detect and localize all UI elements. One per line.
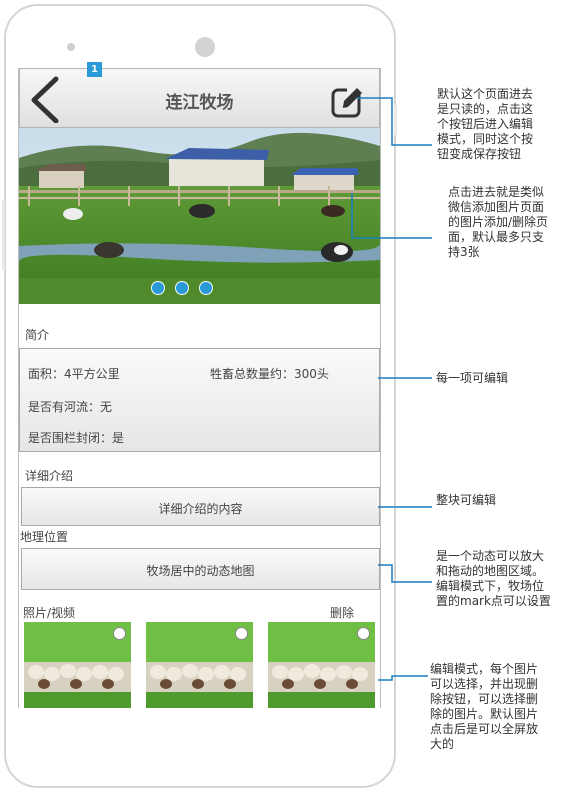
map-note: 是一个动态可以放大 和拖动的地图区域。 编辑模式下，牧场位 置的mark点可以设… bbox=[436, 549, 551, 608]
page-title: 连江牧场 bbox=[165, 93, 234, 113]
media-thumbnail-3[interactable] bbox=[268, 622, 375, 708]
media-note: 编辑模式，每个图片 可以选择，并出现删 除按钮，可以选择删 除的图片。默认图片 … bbox=[430, 662, 539, 751]
header-bar: 连江牧场 bbox=[19, 68, 380, 128]
intro-label: 简介 bbox=[25, 328, 50, 342]
camera-dot bbox=[67, 43, 75, 51]
delete-button[interactable]: 删除 bbox=[330, 604, 354, 621]
media-thumbnail-1[interactable] bbox=[24, 622, 131, 708]
media-label: 照片/视频 bbox=[23, 606, 76, 620]
power-key bbox=[394, 105, 397, 135]
pasture-photo bbox=[19, 128, 380, 304]
intro-note: 每一项可编辑 bbox=[436, 371, 509, 385]
carousel-dot-3[interactable] bbox=[199, 281, 213, 295]
area-field[interactable]: 面积：4平方公里 bbox=[28, 365, 120, 382]
select-checkbox-1[interactable] bbox=[113, 627, 126, 640]
footnote-badge: 1 bbox=[87, 62, 102, 77]
photo-carousel[interactable] bbox=[19, 128, 380, 304]
detail-label: 详细介绍 bbox=[25, 469, 74, 483]
location-label: 地理位置 bbox=[20, 530, 69, 544]
app-screen: 连江牧场 简介 面积：4平方公里 牲畜总数量约：300头 是否有河流：无 是否围… bbox=[18, 68, 381, 708]
detail-note: 整块可编辑 bbox=[436, 493, 497, 507]
carousel-dot-1[interactable] bbox=[151, 281, 165, 295]
edit-button[interactable] bbox=[331, 85, 365, 119]
map-box[interactable]: 牧场居中的动态地图 bbox=[21, 548, 380, 590]
carousel-dot-2[interactable] bbox=[175, 281, 189, 295]
media-thumbnail-2[interactable] bbox=[146, 622, 253, 708]
fence-field[interactable]: 是否围栏封闭：是 bbox=[28, 429, 124, 446]
livestock-field[interactable]: 牲畜总数量约：300头 bbox=[210, 365, 329, 382]
speaker bbox=[195, 37, 215, 57]
edit-icon bbox=[331, 85, 362, 118]
intro-box[interactable]: 面积：4平方公里 牲畜总数量约：300头 是否有河流：无 是否围栏封闭：是 bbox=[19, 348, 380, 452]
select-checkbox-2[interactable] bbox=[235, 627, 248, 640]
river-field[interactable]: 是否有河流：无 bbox=[28, 398, 112, 415]
map-text: 牧场居中的动态地图 bbox=[146, 564, 255, 578]
volume-key bbox=[2, 200, 5, 270]
carousel-note: 点击进去就是类似 微信添加图片页面 的图片添加/删除页 面，默认最多只支 持3张 bbox=[448, 185, 549, 259]
detail-box[interactable]: 详细介绍的内容 bbox=[21, 487, 380, 526]
select-checkbox-3[interactable] bbox=[357, 627, 370, 640]
detail-content: 详细介绍的内容 bbox=[158, 502, 243, 516]
edit-mode-note: 默认这个页面进去 是只读的，点击这 个按钮后进入编辑 模式，同时这个按 钮变成保… bbox=[437, 87, 534, 161]
